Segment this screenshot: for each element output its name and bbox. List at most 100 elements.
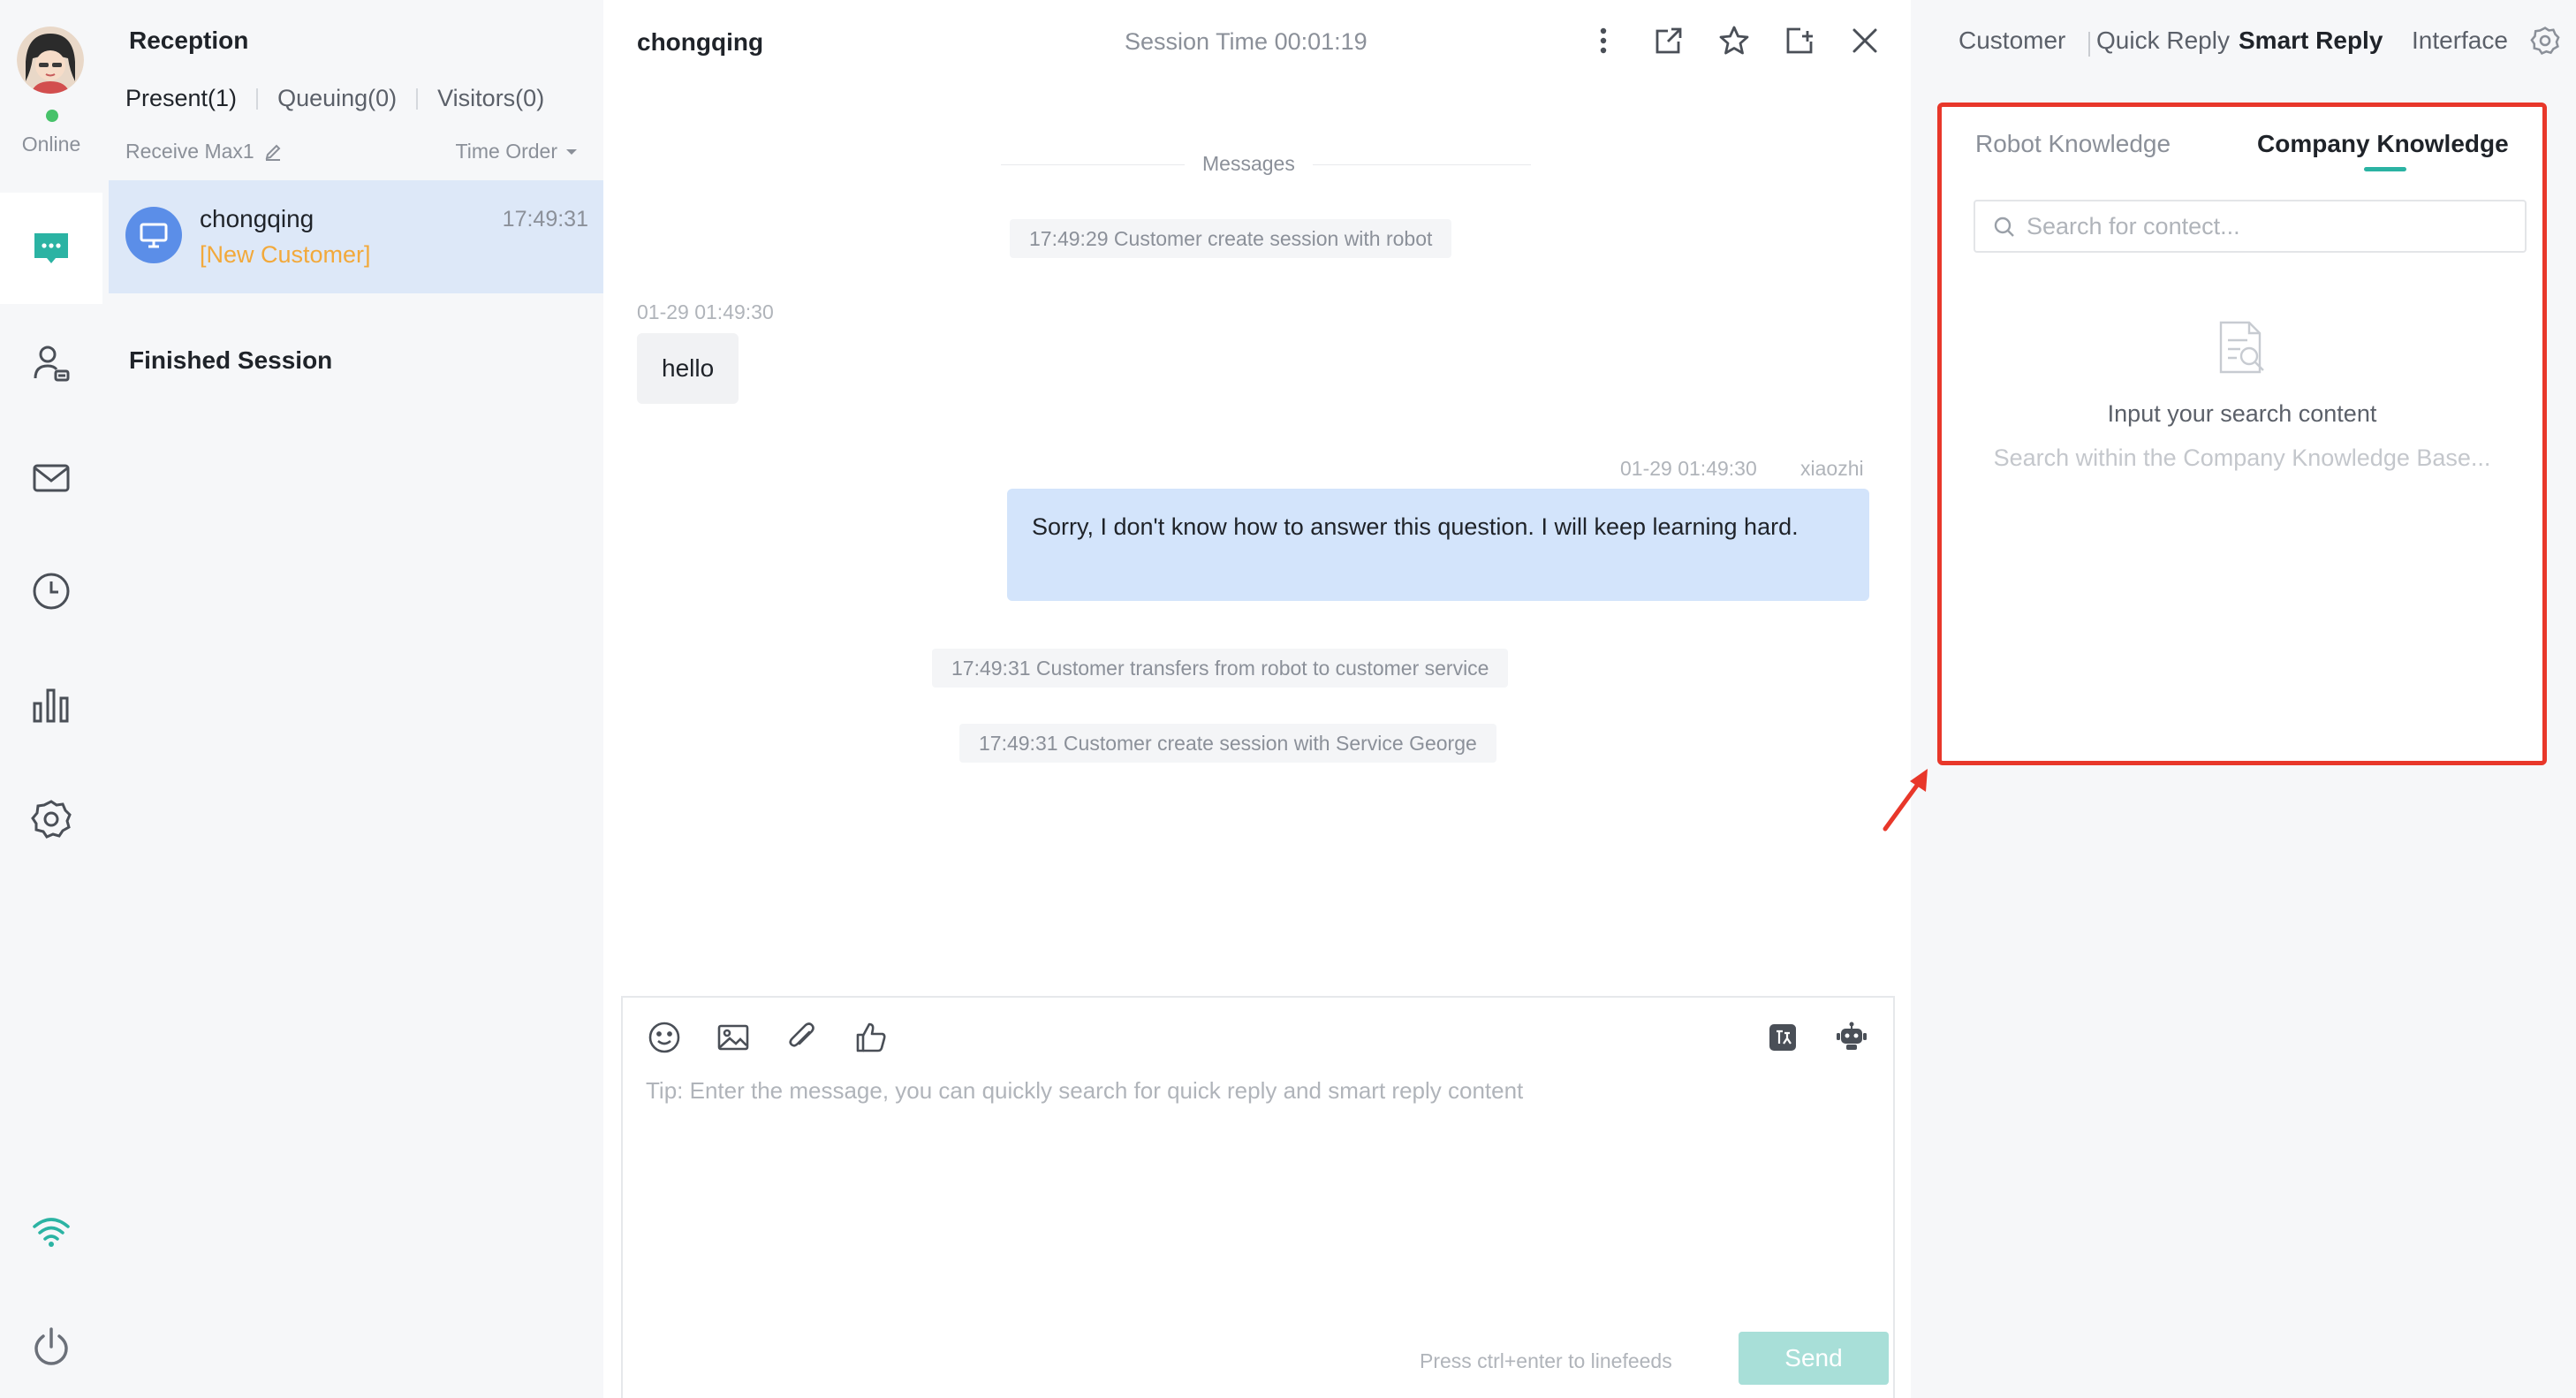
online-status-text: Online [21, 133, 81, 156]
robot-icon [1837, 1022, 1867, 1050]
system-message: 17:49:31 Customer transfers from robot t… [932, 649, 1509, 688]
side-panel-tabs: Customer Quick Reply Smart Reply Interfa… [1911, 27, 2576, 62]
finished-session-header[interactable]: Finished Session [129, 346, 332, 375]
messages-divider-label: Messages [1185, 152, 1313, 176]
knowledge-search-input[interactable] [2027, 201, 2512, 251]
time-order-label: Time Order [455, 140, 557, 163]
shortcut-key-button[interactable] [1764, 1019, 1801, 1056]
nav-messages[interactable] [0, 422, 102, 534]
share-export-icon [1655, 27, 1682, 54]
composer-right-tools [1764, 1019, 1870, 1056]
tab-separator [2088, 32, 2090, 57]
robot-assist-button[interactable] [1833, 1019, 1870, 1056]
nav-history[interactable] [0, 536, 102, 647]
thumbs-up-icon [856, 1022, 886, 1052]
tab-interface[interactable]: Interface [2412, 27, 2508, 55]
session-filter-tabs: Present(1) Queuing(0) Visitors(0) [125, 85, 544, 112]
caret-down-icon [566, 148, 577, 155]
more-menu-button[interactable] [1586, 23, 1621, 58]
add-note-button[interactable] [1782, 23, 1817, 58]
close-session-button[interactable] [1847, 23, 1883, 58]
knowledge-search-card: Robot Knowledge Company Knowledge Input … [1937, 103, 2547, 765]
send-image-button[interactable] [715, 1019, 752, 1056]
attach-file-button[interactable] [784, 1019, 821, 1056]
outgoing-message-bubble: Sorry, I don't know how to answer this q… [1007, 489, 1869, 601]
add-window-icon [1786, 27, 1813, 54]
nav-network-status[interactable] [0, 1177, 102, 1288]
send-button[interactable]: Send [1739, 1332, 1889, 1385]
system-message: 17:49:29 Customer create session with ro… [1010, 219, 1452, 258]
paperclip-icon [789, 1022, 814, 1047]
transfer-session-button[interactable] [1651, 23, 1686, 58]
message-input[interactable] [646, 1077, 1865, 1254]
emoji-button[interactable] [646, 1019, 683, 1056]
tab-separator [416, 87, 419, 110]
message-composer: Press ctrl+enter to linefeeds Send [621, 996, 1895, 1398]
linefeed-hint: Press ctrl+enter to linefeeds [1420, 1349, 1672, 1372]
close-icon [1852, 28, 1877, 53]
receive-max-setting[interactable]: Receive Max1 [125, 140, 283, 163]
tab-customer[interactable]: Customer [1959, 27, 2065, 55]
new-customer-tag: [New Customer] [200, 241, 371, 268]
tab-quick-reply[interactable]: Quick Reply [2096, 27, 2230, 55]
mail-icon [33, 464, 70, 492]
document-search-icon [2219, 321, 2264, 374]
chat-area: chongqing Session Time 00:01:19 Messages… [603, 0, 1911, 1398]
online-status-dot [46, 110, 58, 122]
chat-customer-title: chongqing [637, 28, 764, 56]
agent-avatar[interactable] [17, 27, 84, 94]
star-icon [1719, 26, 1749, 55]
tab-separator [256, 87, 259, 110]
composer-toolbar [646, 1019, 890, 1056]
callout-arrow-icon [1883, 769, 1928, 832]
emoji-smile-icon [648, 1022, 680, 1053]
nav-chat[interactable] [0, 193, 102, 304]
wifi-icon [33, 1218, 70, 1247]
nav-logout[interactable] [0, 1290, 102, 1398]
panel-settings-button[interactable] [2529, 25, 2565, 60]
search-icon [1994, 217, 2014, 237]
desktop-monitor-icon [140, 223, 168, 248]
visitor-avatar [125, 207, 182, 263]
tab-queuing[interactable]: Queuing(0) [277, 85, 397, 112]
favorite-button[interactable] [1716, 23, 1752, 58]
receive-max-label: Receive Max1 [125, 140, 254, 163]
chat-bubble-icon [34, 233, 68, 263]
active-tab-indicator [2364, 167, 2406, 171]
outgoing-message-time: 01-29 01:49:30 [1620, 457, 1757, 480]
empty-state-subtitle: Search within the Company Knowledge Base… [1993, 444, 2491, 471]
satisfaction-invite-button[interactable] [852, 1019, 890, 1056]
nav-settings[interactable] [0, 764, 102, 875]
incoming-message-bubble: hello [637, 333, 739, 404]
session-customer-name: chongqing [200, 205, 314, 232]
gear-icon [2530, 27, 2560, 55]
reception-title: Reception [129, 27, 249, 54]
system-message: 17:49:31 Customer create session with Se… [959, 724, 1496, 763]
outgoing-message-sender: xiaozhi [1800, 457, 1864, 480]
tab-smart-reply[interactable]: Smart Reply [2239, 27, 2383, 55]
time-order-dropdown[interactable]: Time Order [456, 140, 579, 163]
session-time: Session Time 00:01:19 [1125, 28, 1368, 55]
session-list-panel: Reception Present(1) Queuing(0) Visitors… [109, 0, 603, 1398]
customer-icon [34, 346, 70, 382]
tab-company-knowledge[interactable]: Company Knowledge [2257, 130, 2509, 158]
incoming-message-time: 01-29 01:49:30 [637, 300, 774, 323]
session-list-item[interactable]: chongqing [New Customer] 17:49:31 [109, 180, 603, 293]
tab-visitors[interactable]: Visitors(0) [437, 85, 544, 112]
more-vertical-icon [1600, 27, 1607, 54]
bar-chart-icon [33, 688, 69, 723]
edit-pencil-icon [265, 144, 281, 161]
knowledge-search-box [1974, 200, 2527, 253]
image-icon [717, 1024, 749, 1051]
assistant-side-panel: Customer Quick Reply Smart Reply Interfa… [1911, 0, 2576, 1398]
nav-customers[interactable] [0, 308, 102, 419]
power-icon [34, 1327, 68, 1365]
tab-present[interactable]: Present(1) [125, 85, 237, 112]
nav-statistics[interactable] [0, 649, 102, 760]
keyboard-shortcut-icon [1769, 1024, 1796, 1051]
tab-robot-knowledge[interactable]: Robot Knowledge [1975, 130, 2171, 158]
gear-icon [31, 800, 72, 839]
chat-header-actions [1586, 23, 1883, 58]
left-nav-rail: Online [0, 0, 109, 1398]
session-last-time: 17:49:31 [502, 207, 588, 232]
